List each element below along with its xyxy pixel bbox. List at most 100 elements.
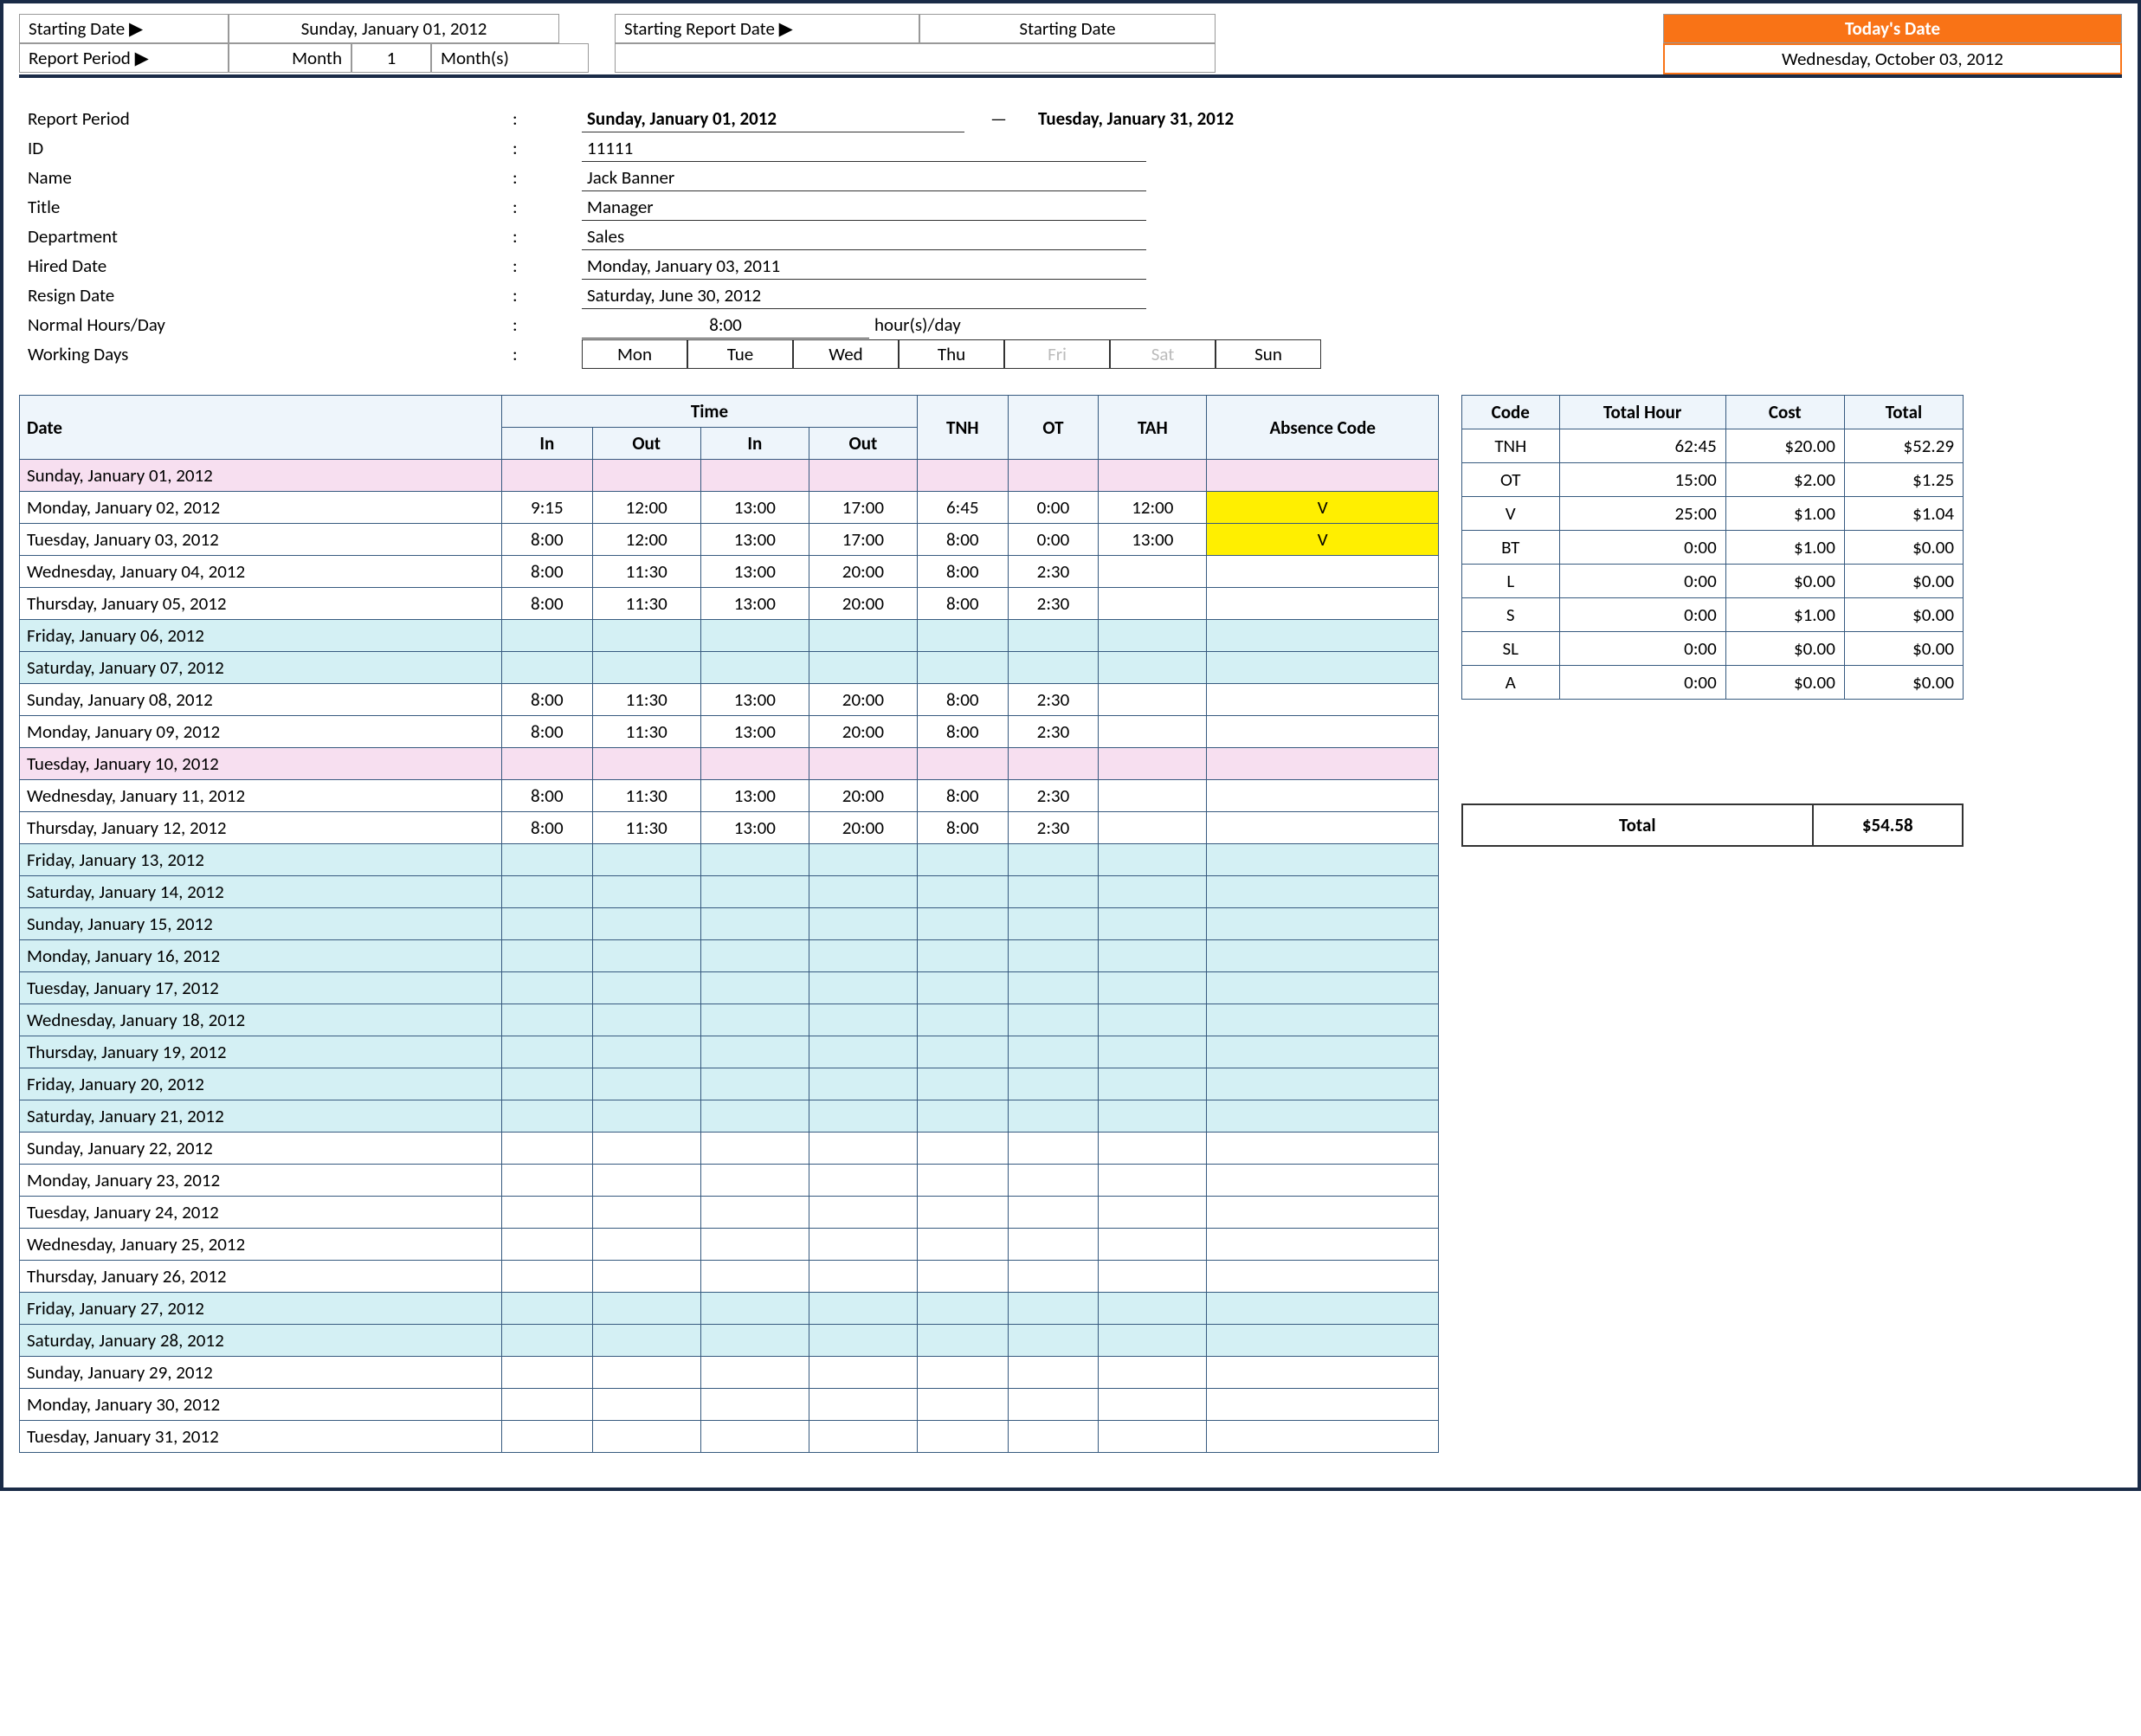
timesheet-row[interactable]: Wednesday, January 25, 2012 — [20, 1229, 1439, 1261]
time-cell[interactable] — [917, 1133, 1008, 1165]
absence-cell[interactable] — [1207, 556, 1439, 588]
time-cell[interactable]: 8:00 — [917, 524, 1008, 556]
time-cell[interactable] — [917, 876, 1008, 908]
date-cell[interactable]: Friday, January 27, 2012 — [20, 1293, 502, 1325]
absence-cell[interactable] — [1207, 1421, 1439, 1453]
time-cell[interactable] — [502, 1293, 593, 1325]
time-cell[interactable] — [1008, 940, 1099, 972]
time-cell[interactable]: 11:30 — [592, 716, 700, 748]
time-cell[interactable] — [917, 1357, 1008, 1389]
time-cell[interactable] — [809, 1004, 917, 1036]
time-cell[interactable] — [809, 1229, 917, 1261]
date-cell[interactable]: Wednesday, January 04, 2012 — [20, 556, 502, 588]
time-cell[interactable]: 2:30 — [1008, 588, 1099, 620]
time-cell[interactable] — [917, 1229, 1008, 1261]
time-cell[interactable] — [1099, 748, 1207, 780]
time-cell[interactable] — [1008, 652, 1099, 684]
time-cell[interactable]: 13:00 — [700, 812, 809, 844]
time-cell[interactable]: 12:00 — [592, 524, 700, 556]
date-cell[interactable]: Sunday, January 01, 2012 — [20, 460, 502, 492]
timesheet-row[interactable]: Tuesday, January 24, 2012 — [20, 1197, 1439, 1229]
time-cell[interactable]: 8:00 — [917, 556, 1008, 588]
timesheet-row[interactable]: Saturday, January 21, 2012 — [20, 1100, 1439, 1133]
absence-cell[interactable] — [1207, 588, 1439, 620]
time-cell[interactable] — [700, 1197, 809, 1229]
time-cell[interactable] — [700, 1229, 809, 1261]
time-cell[interactable]: 13:00 — [700, 716, 809, 748]
time-cell[interactable]: 20:00 — [809, 812, 917, 844]
time-cell[interactable]: 17:00 — [809, 492, 917, 524]
time-cell[interactable] — [1008, 620, 1099, 652]
time-cell[interactable] — [809, 1261, 917, 1293]
time-cell[interactable] — [592, 1389, 700, 1421]
timesheet-row[interactable]: Sunday, January 01, 2012 — [20, 460, 1439, 492]
absence-cell[interactable] — [1207, 1036, 1439, 1068]
timesheet-row[interactable]: Friday, January 13, 2012 — [20, 844, 1439, 876]
timesheet-row[interactable]: Thursday, January 19, 2012 — [20, 1036, 1439, 1068]
time-cell[interactable] — [592, 1133, 700, 1165]
time-cell[interactable]: 0:00 — [1008, 492, 1099, 524]
time-cell[interactable] — [1008, 1197, 1099, 1229]
time-cell[interactable] — [1099, 1357, 1207, 1389]
absence-cell[interactable] — [1207, 1133, 1439, 1165]
time-cell[interactable] — [1099, 1100, 1207, 1133]
time-cell[interactable] — [700, 1165, 809, 1197]
time-cell[interactable] — [809, 972, 917, 1004]
time-cell[interactable]: 13:00 — [700, 524, 809, 556]
date-cell[interactable]: Monday, January 30, 2012 — [20, 1389, 502, 1421]
timesheet-row[interactable]: Sunday, January 08, 20128:0011:3013:0020… — [20, 684, 1439, 716]
time-cell[interactable] — [809, 940, 917, 972]
time-cell[interactable] — [502, 1133, 593, 1165]
timesheet-row[interactable]: Saturday, January 07, 2012 — [20, 652, 1439, 684]
time-cell[interactable] — [917, 1165, 1008, 1197]
time-cell[interactable] — [502, 1261, 593, 1293]
time-cell[interactable] — [592, 748, 700, 780]
time-cell[interactable] — [502, 1197, 593, 1229]
timesheet-row[interactable]: Friday, January 27, 2012 — [20, 1293, 1439, 1325]
id-value[interactable]: 11111 — [582, 135, 1146, 162]
timesheet-row[interactable]: Thursday, January 12, 20128:0011:3013:00… — [20, 812, 1439, 844]
date-cell[interactable]: Tuesday, January 31, 2012 — [20, 1421, 502, 1453]
time-cell[interactable] — [809, 620, 917, 652]
time-cell[interactable] — [1099, 844, 1207, 876]
time-cell[interactable] — [809, 1100, 917, 1133]
time-cell[interactable] — [502, 844, 593, 876]
time-cell[interactable] — [809, 1133, 917, 1165]
time-cell[interactable] — [502, 1100, 593, 1133]
time-cell[interactable] — [917, 748, 1008, 780]
time-cell[interactable] — [700, 652, 809, 684]
date-cell[interactable]: Monday, January 16, 2012 — [20, 940, 502, 972]
time-cell[interactable] — [700, 844, 809, 876]
time-cell[interactable] — [1008, 1068, 1099, 1100]
absence-cell[interactable]: V — [1207, 492, 1439, 524]
timesheet-row[interactable]: Sunday, January 22, 2012 — [20, 1133, 1439, 1165]
time-cell[interactable] — [1099, 1293, 1207, 1325]
date-cell[interactable]: Friday, January 06, 2012 — [20, 620, 502, 652]
absence-cell[interactable] — [1207, 1004, 1439, 1036]
time-cell[interactable] — [1008, 1004, 1099, 1036]
time-cell[interactable] — [917, 940, 1008, 972]
time-cell[interactable]: 20:00 — [809, 716, 917, 748]
time-cell[interactable] — [700, 460, 809, 492]
time-cell[interactable] — [1099, 460, 1207, 492]
time-cell[interactable]: 8:00 — [502, 524, 593, 556]
time-cell[interactable] — [809, 1357, 917, 1389]
absence-cell[interactable]: V — [1207, 524, 1439, 556]
time-cell[interactable] — [1099, 1389, 1207, 1421]
report-period-value[interactable]: 1 — [351, 43, 431, 73]
time-cell[interactable] — [502, 1229, 593, 1261]
date-cell[interactable]: Monday, January 09, 2012 — [20, 716, 502, 748]
time-cell[interactable]: 2:30 — [1008, 716, 1099, 748]
time-cell[interactable] — [917, 1100, 1008, 1133]
time-cell[interactable] — [1008, 1261, 1099, 1293]
time-cell[interactable] — [809, 844, 917, 876]
time-cell[interactable] — [592, 1100, 700, 1133]
time-cell[interactable] — [592, 1293, 700, 1325]
time-cell[interactable] — [1008, 1293, 1099, 1325]
time-cell[interactable] — [1008, 1325, 1099, 1357]
date-cell[interactable]: Saturday, January 28, 2012 — [20, 1325, 502, 1357]
time-cell[interactable] — [917, 1261, 1008, 1293]
time-cell[interactable] — [917, 1325, 1008, 1357]
time-cell[interactable] — [1008, 972, 1099, 1004]
time-cell[interactable] — [917, 1036, 1008, 1068]
